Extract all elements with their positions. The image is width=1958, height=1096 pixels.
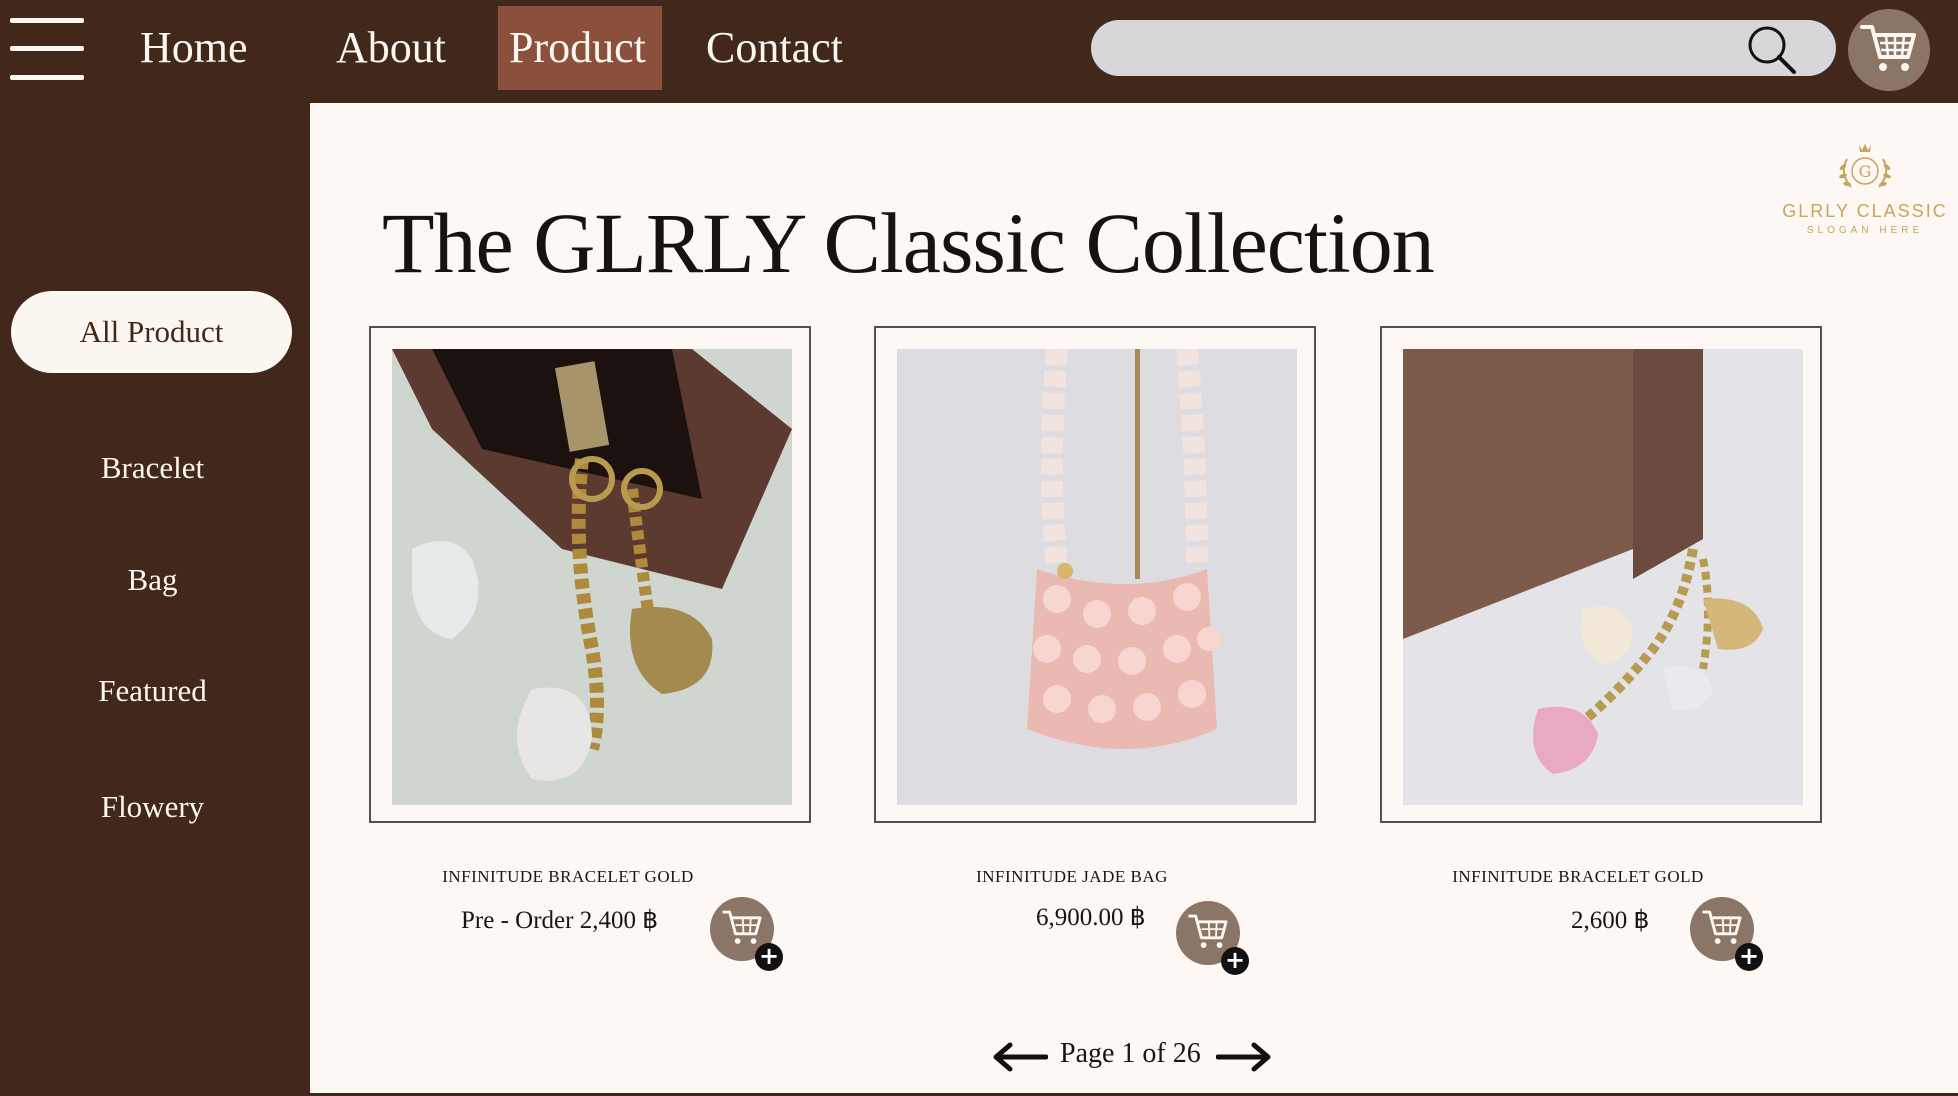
cart-icon [1702, 910, 1742, 944]
cart-button[interactable] [1848, 9, 1930, 91]
product-price: Pre - Order 2,400 ฿ [461, 907, 659, 934]
product-name: INFINITUDE BRACELET GOLD [442, 867, 694, 886]
search-bar [1091, 20, 1836, 78]
product-name: INFINITUDE JADE BAG [976, 867, 1168, 886]
cart-icon [722, 910, 762, 944]
svg-text:G: G [1859, 162, 1872, 181]
sidebar-item-flowery[interactable]: Flowery [0, 789, 305, 825]
nav-about[interactable]: About [325, 6, 457, 90]
cart-icon [1860, 25, 1916, 71]
sidebar-item-all-product[interactable]: All Product [11, 291, 292, 373]
plus-icon: + [1221, 947, 1249, 975]
add-to-cart-button[interactable]: + [1176, 901, 1249, 975]
product-card[interactable] [874, 326, 1316, 823]
brand-logo: G GLRLY CLASSIC SLOGAN HERE [1780, 139, 1950, 249]
search-icon[interactable] [1746, 24, 1798, 76]
sidebar-item-featured[interactable]: Featured [0, 673, 305, 709]
plus-icon: + [1735, 943, 1763, 971]
product-price: 2,600 ฿ [1571, 907, 1650, 934]
product-card[interactable] [1380, 326, 1822, 823]
category-sidebar: All Product Bracelet Bag Featured Flower… [0, 103, 310, 1096]
nav-contact[interactable]: Contact [695, 6, 854, 90]
menu-icon[interactable] [10, 18, 84, 82]
sidebar-item-bag[interactable]: Bag [0, 562, 305, 598]
product-card[interactable] [369, 326, 811, 823]
prev-page-arrow-icon[interactable] [992, 1042, 1048, 1072]
page-title: The GLRLY Classic Collection [382, 195, 1435, 291]
cart-icon [1188, 914, 1228, 948]
product-image-bracelet-gold[interactable] [392, 349, 792, 805]
bag-photo-illustration [897, 349, 1297, 805]
nav-home[interactable]: Home [129, 6, 259, 90]
product-image-bracelet-gold[interactable] [1403, 349, 1803, 805]
brand-name: GLRLY CLASSIC [1782, 201, 1948, 221]
add-to-cart-button[interactable]: + [1690, 897, 1763, 971]
bracelet-box-photo-illustration [1403, 349, 1803, 805]
add-to-cart-button[interactable]: + [710, 897, 783, 971]
crown-laurel-logo-icon: G [1839, 144, 1891, 188]
search-input[interactable] [1119, 20, 1750, 78]
main-content: The GLRLY Classic Collection G GLRLY CLA… [310, 103, 1958, 1093]
product-name: INFINITUDE BRACELET GOLD [1452, 867, 1704, 886]
product-image-jade-bag[interactable] [897, 349, 1297, 805]
plus-icon: + [755, 943, 783, 971]
product-price: 6,900.00 ฿ [1036, 904, 1146, 931]
sidebar-item-bracelet[interactable]: Bracelet [0, 450, 305, 486]
brand-slogan: SLOGAN HERE [1806, 225, 1924, 236]
top-navigation-bar: Home About Product Contact [0, 0, 1958, 103]
next-page-arrow-icon[interactable] [1216, 1042, 1272, 1072]
nav-product[interactable]: Product [498, 6, 662, 90]
page-indicator: Page 1 of 26 [1060, 1038, 1201, 1069]
bracelet-photo-illustration [392, 349, 792, 805]
